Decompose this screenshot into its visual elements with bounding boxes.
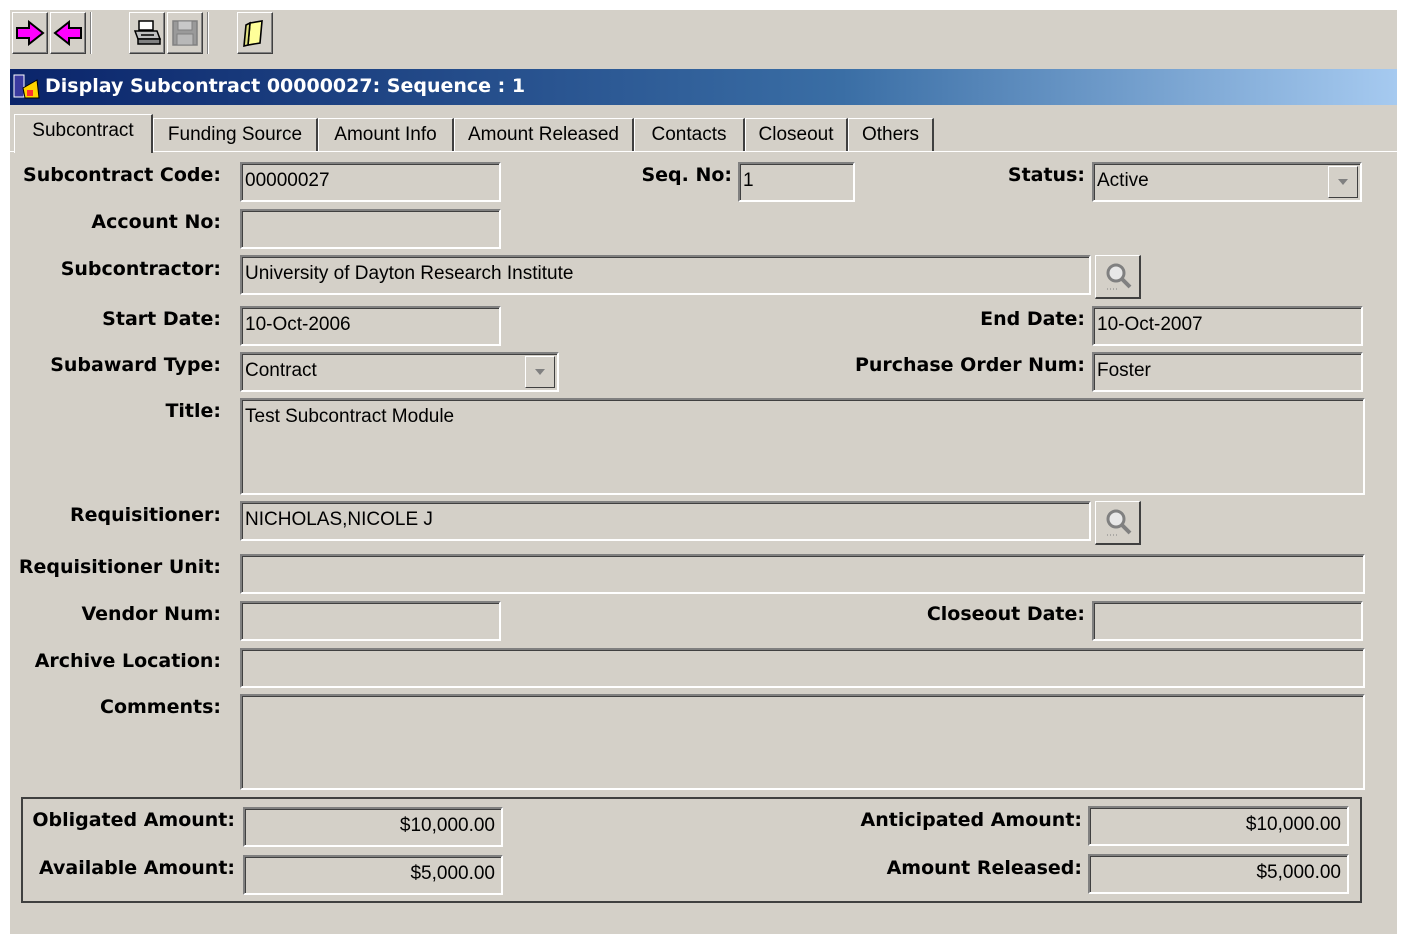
- magnifier-icon: [1106, 509, 1131, 535]
- tab-amount-released[interactable]: Amount Released: [454, 118, 634, 152]
- requisitioner-label: Requisitioner:: [69, 504, 221, 526]
- status-value: Active: [1097, 170, 1149, 191]
- purchase-order-num-label: Purchase Order Num:: [854, 354, 1085, 376]
- subaward-type-dropdown-button[interactable]: [525, 356, 555, 388]
- available-amount-label: Available Amount:: [39, 857, 235, 879]
- window-title: Display Subcontract 00000027: Sequence :…: [45, 75, 526, 97]
- chevron-down-icon: [1338, 179, 1348, 185]
- tab-subcontract[interactable]: Subcontract: [14, 114, 153, 153]
- forward-button[interactable]: [12, 12, 48, 54]
- tab-others[interactable]: Others: [848, 118, 934, 152]
- start-date-label: Start Date:: [102, 308, 221, 330]
- amount-released-field[interactable]: $5,000.00: [1088, 854, 1349, 894]
- end-date-label: End Date:: [980, 308, 1085, 330]
- save-icon: [172, 20, 198, 46]
- end-date-field[interactable]: 10-Oct-2007: [1092, 306, 1363, 346]
- notes-button[interactable]: [237, 12, 273, 54]
- magnifier-icon: [1106, 263, 1131, 289]
- closeout-date-label: Closeout Date:: [926, 603, 1085, 625]
- tab-amount-info[interactable]: Amount Info: [318, 118, 454, 152]
- subaward-type-label: Subaward Type:: [50, 354, 221, 376]
- title-textarea[interactable]: Test Subcontract Module: [240, 398, 1365, 495]
- available-amount-field[interactable]: $5,000.00: [243, 855, 503, 895]
- tab-divider: [10, 151, 1397, 152]
- archive-location-field[interactable]: [240, 648, 1365, 688]
- subcontractor-field[interactable]: University of Dayton Research Institute: [240, 255, 1091, 295]
- status-label: Status:: [1007, 164, 1085, 186]
- title-label: Title:: [165, 400, 221, 422]
- comments-label: Comments:: [100, 696, 221, 718]
- subcontract-code-field[interactable]: 00000027: [240, 162, 501, 202]
- archive-location-label: Archive Location:: [34, 650, 221, 672]
- print-button[interactable]: [129, 12, 165, 54]
- requisitioner-unit-label: Requisitioner Unit:: [18, 556, 221, 578]
- chevron-down-icon: [535, 369, 545, 375]
- tab-closeout[interactable]: Closeout: [745, 118, 848, 152]
- tab-contacts[interactable]: Contacts: [634, 118, 745, 152]
- forward-icon: [16, 20, 45, 46]
- account-no-field[interactable]: [240, 209, 501, 249]
- closeout-date-field[interactable]: [1092, 601, 1363, 641]
- seq-no-label: Seq. No:: [641, 164, 732, 186]
- status-select[interactable]: Active: [1092, 162, 1362, 202]
- vendor-num-label: Vendor Num:: [81, 603, 221, 625]
- amount-released-label: Amount Released:: [886, 857, 1082, 879]
- purchase-order-num-field[interactable]: Foster: [1092, 352, 1363, 392]
- back-button[interactable]: [50, 12, 86, 54]
- subcontract-code-label: Subcontract Code:: [23, 164, 221, 186]
- seq-no-field[interactable]: 1: [738, 162, 855, 202]
- app-icon: [13, 74, 40, 99]
- anticipated-amount-field[interactable]: $10,000.00: [1088, 806, 1349, 846]
- tab-strip: Subcontract Funding Source Amount Info A…: [10, 112, 1397, 153]
- requisitioner-unit-field[interactable]: [240, 554, 1365, 594]
- notes-icon: [243, 20, 263, 47]
- subaward-type-value: Contract: [245, 360, 317, 381]
- subcontractor-label: Subcontractor:: [60, 258, 221, 280]
- title-bar: Display Subcontract 00000027: Sequence :…: [10, 69, 1397, 105]
- toolbar-separator: [207, 12, 209, 54]
- obligated-amount-label: Obligated Amount:: [32, 809, 235, 831]
- start-date-field[interactable]: 10-Oct-2006: [240, 306, 501, 346]
- print-icon: [133, 20, 162, 45]
- back-icon: [53, 20, 82, 46]
- subcontractor-lookup-button[interactable]: [1095, 255, 1141, 299]
- subaward-type-select[interactable]: Contract: [240, 352, 559, 392]
- comments-textarea[interactable]: [240, 694, 1365, 790]
- obligated-amount-field[interactable]: $10,000.00: [243, 807, 503, 847]
- tab-funding-source[interactable]: Funding Source: [153, 118, 318, 152]
- vendor-num-field[interactable]: [240, 601, 501, 641]
- requisitioner-lookup-button[interactable]: [1095, 501, 1141, 545]
- save-button[interactable]: [167, 12, 203, 54]
- toolbar-separator: [90, 12, 92, 54]
- status-dropdown-button[interactable]: [1328, 166, 1358, 198]
- requisitioner-field[interactable]: NICHOLAS,NICOLE J: [240, 501, 1091, 541]
- anticipated-amount-label: Anticipated Amount:: [860, 809, 1083, 831]
- account-no-label: Account No:: [91, 211, 221, 233]
- application-window: Display Subcontract 00000027: Sequence :…: [10, 10, 1397, 934]
